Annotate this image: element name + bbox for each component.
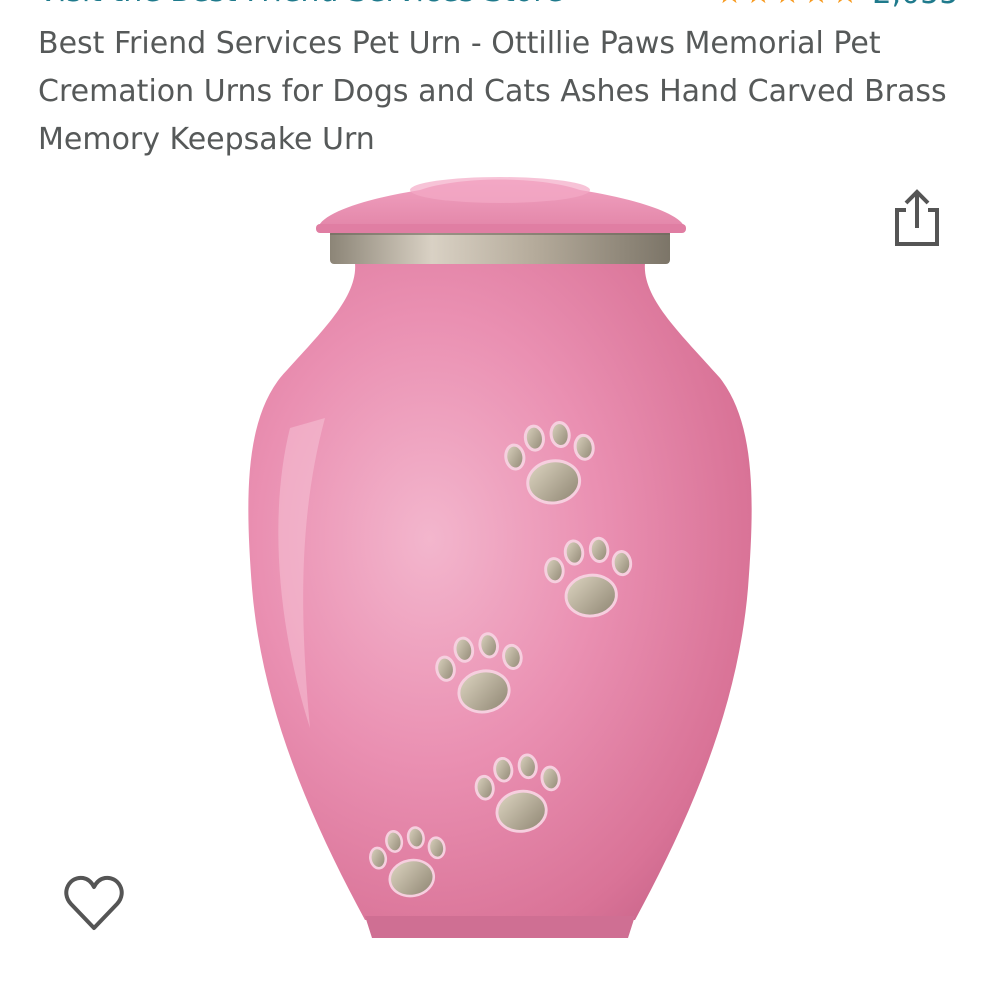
star-icon: ★ bbox=[716, 0, 743, 9]
share-button[interactable] bbox=[892, 186, 942, 248]
store-row: Visit the Best Friend Services Store ★ ★… bbox=[0, 0, 1000, 9]
star-icon: ★ bbox=[745, 0, 772, 9]
star-icon: ★ bbox=[803, 0, 830, 9]
rating-count[interactable]: 2,055 bbox=[873, 0, 959, 9]
share-icon bbox=[895, 189, 939, 246]
product-image[interactable] bbox=[230, 168, 770, 948]
heart-outline-icon bbox=[64, 875, 124, 930]
product-title: Best Friend Services Pet Urn - Ottillie … bbox=[38, 26, 947, 157]
urn-image bbox=[248, 177, 752, 938]
star-icon: ★ bbox=[832, 0, 859, 9]
rating-summary[interactable]: ★ ★ ★ ★ ★ 2,055 bbox=[716, 0, 959, 9]
visit-store-link[interactable]: Visit the Best Friend Services Store bbox=[38, 0, 563, 8]
wishlist-button[interactable] bbox=[62, 872, 126, 936]
star-icon: ★ bbox=[774, 0, 801, 9]
